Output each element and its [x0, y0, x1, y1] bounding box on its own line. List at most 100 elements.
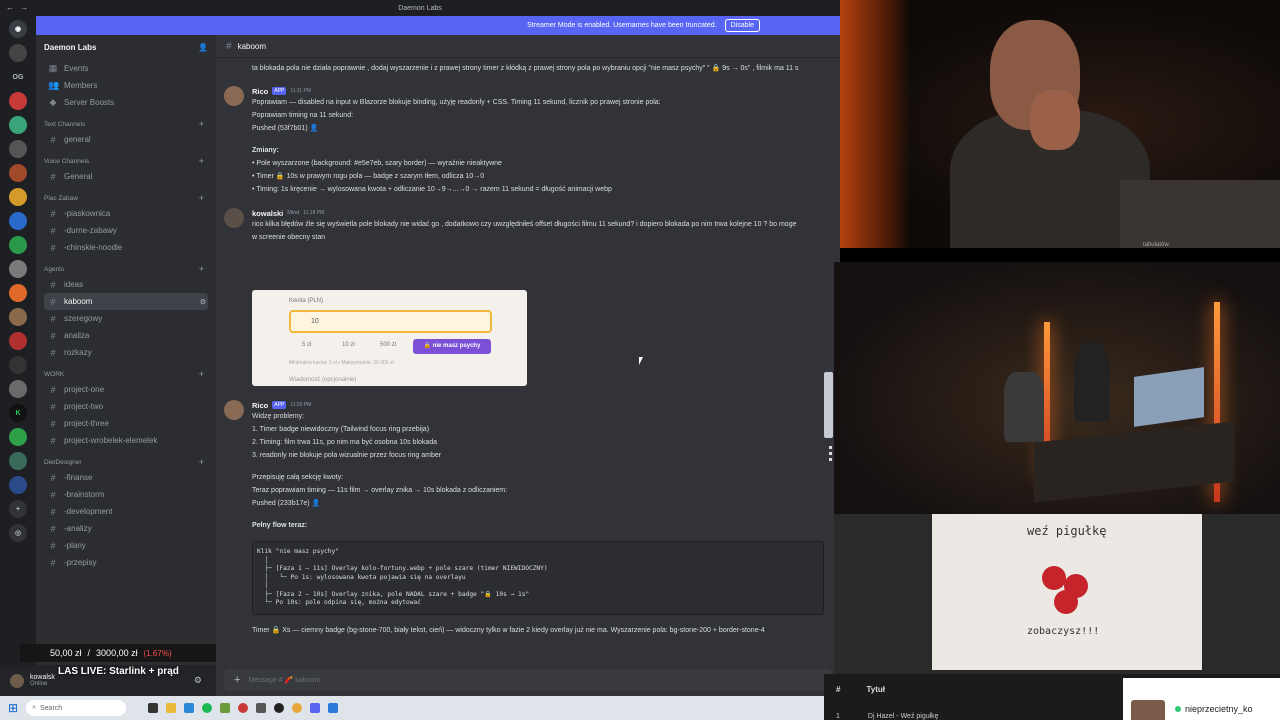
channel-plany[interactable]: # -plany — [44, 537, 208, 554]
server-icon[interactable] — [9, 476, 27, 494]
server-icon[interactable] — [9, 140, 27, 158]
gear-icon[interactable]: ⚙ — [194, 675, 202, 686]
server-icon[interactable] — [9, 284, 27, 302]
discord-icon[interactable] — [310, 703, 321, 713]
server-icon[interactable]: K — [9, 404, 27, 422]
server-icon[interactable] — [9, 212, 27, 230]
server-icon[interactable] — [9, 452, 27, 470]
online-dot-icon — [1175, 706, 1181, 712]
channel-settings-icon[interactable]: ⚙ — [200, 298, 208, 306]
windows-start-icon[interactable]: ⊞ — [8, 701, 18, 715]
add-server-icon[interactable]: + — [9, 500, 27, 518]
hash-icon: # — [50, 489, 56, 500]
server-icon[interactable] — [9, 236, 27, 254]
category-work[interactable]: WORK + — [44, 367, 208, 381]
add-channel-icon[interactable]: + — [199, 457, 204, 467]
channel-durne-zabawy[interactable]: # -durne-zabawy — [44, 222, 208, 239]
disable-streamer-mode-button[interactable]: Disable — [724, 19, 760, 32]
channel-piaskownica[interactable]: # -piaskownica — [44, 205, 208, 222]
server-icon[interactable] — [9, 188, 27, 206]
vscode-icon[interactable] — [328, 703, 339, 713]
hash-icon: # — [50, 296, 56, 307]
taskbar-app-icon[interactable] — [220, 703, 231, 713]
chrome-icon[interactable] — [292, 703, 303, 713]
spotify-icon[interactable] — [202, 703, 213, 713]
server-icon[interactable] — [9, 116, 27, 134]
taskbar-app-icon[interactable] — [148, 703, 159, 713]
message-author[interactable]: kowalski — [252, 209, 283, 218]
channel-przepisy[interactable]: # -przepisy — [44, 554, 208, 571]
add-channel-icon[interactable]: + — [199, 264, 204, 274]
server-icon[interactable] — [9, 428, 27, 446]
server-icon[interactable] — [9, 380, 27, 398]
more-dots-icon[interactable] — [829, 446, 833, 464]
server-icon[interactable] — [9, 332, 27, 350]
channel-voice-general[interactable]: # General — [44, 168, 208, 185]
channel-development[interactable]: # -development — [44, 503, 208, 520]
taskbar-app-icon[interactable] — [238, 703, 249, 713]
amount-hint: Minimalna kwota: 5 zł • Maksymalnie: 20 … — [289, 360, 394, 366]
message-input[interactable]: + Message # 🧨 kaboom — [224, 669, 832, 691]
taskbar-app-icon[interactable] — [184, 703, 195, 713]
server-og[interactable]: OG — [9, 68, 27, 86]
avatar[interactable] — [224, 86, 244, 106]
sidebar-item-events[interactable]: ▦ Events — [44, 60, 208, 77]
add-member-icon[interactable]: 👤 — [198, 43, 208, 52]
channel-brainstorm[interactable]: # -brainstorm — [44, 486, 208, 503]
add-channel-icon[interactable]: + — [199, 119, 204, 129]
server-icon[interactable] — [9, 92, 27, 110]
search-icon: ⌕ — [32, 704, 36, 711]
server-icon[interactable] — [9, 44, 27, 62]
shirt-text-bottom: zobaczysz!!! — [1027, 626, 1100, 637]
guild-header[interactable]: Daemon Labs 👤 — [44, 40, 208, 54]
channel-ideas[interactable]: # ideas — [44, 276, 208, 293]
file-explorer-icon[interactable] — [166, 703, 177, 713]
server-icon[interactable] — [9, 164, 27, 182]
sidebar-item-server-boosts[interactable]: ◆ Server Boosts — [44, 94, 208, 111]
avatar[interactable] — [224, 400, 244, 420]
window-nav[interactable]: ← → — [6, 3, 30, 12]
sidebar-item-members[interactable]: 👥 Members — [44, 77, 208, 94]
server-icon[interactable] — [9, 356, 27, 374]
cam-caption: tabulatów. — [1142, 242, 1170, 248]
explore-icon[interactable]: ◎ — [9, 524, 27, 542]
server-icon[interactable] — [9, 260, 27, 278]
attach-plus-icon[interactable]: + — [234, 674, 240, 686]
playlist-row[interactable]: 1 Dj Hazel - Weź pigułkę — [836, 713, 939, 720]
channel-project-one[interactable]: # project-one — [44, 381, 208, 398]
channel-general[interactable]: # general — [44, 131, 208, 148]
channel-project-two[interactable]: # project-two — [44, 398, 208, 415]
goal-target: 3000,00 zł — [96, 648, 138, 658]
channel-chinskie-noodle[interactable]: # -chinskie-noodle — [44, 239, 208, 256]
message-timestamp: 11:18 PM — [303, 210, 325, 216]
channel-rozkazy[interactable]: # rozkazy — [44, 344, 208, 361]
message-author[interactable]: Rico — [252, 401, 268, 410]
screenshot-attachment[interactable]: Kwota (PLN) 10 5 zł 10 zł 500 zł 🔒 nie m… — [252, 290, 527, 386]
message-text: Przepisuję całą sekcję kwoty: — [252, 474, 344, 481]
taskbar-search[interactable]: ⌕ Search — [26, 700, 127, 716]
discord-home-icon[interactable]: ◉ — [9, 20, 27, 38]
add-channel-icon[interactable]: + — [199, 193, 204, 203]
avatar[interactable] — [10, 673, 24, 688]
message-author[interactable]: Rico — [252, 87, 268, 96]
category-dietdesigner[interactable]: DietDesigner + — [44, 455, 208, 469]
channel-szeregowy[interactable]: # szeregowy — [44, 310, 208, 327]
category-text-channels[interactable]: Text Channels + — [44, 117, 208, 131]
add-channel-icon[interactable]: + — [199, 369, 204, 379]
terminal-icon[interactable] — [256, 703, 267, 713]
server-icon[interactable] — [9, 308, 27, 326]
category-voice-channels[interactable]: Voice Channels + — [44, 154, 208, 168]
category-agents[interactable]: Agents + — [44, 262, 208, 276]
channel-project-wrobelek-elemelek[interactable]: # project-wrobelek-elemelek — [44, 432, 208, 449]
channel-analizy[interactable]: # -analizy — [44, 520, 208, 537]
category-plac-zabaw[interactable]: Plac Zabaw + — [44, 191, 208, 205]
add-channel-icon[interactable]: + — [199, 156, 204, 166]
channel-project-three[interactable]: # project-three — [44, 415, 208, 432]
obs-icon[interactable] — [274, 703, 285, 713]
avatar[interactable] — [224, 208, 244, 228]
channel-kaboom[interactable]: # kaboom ⚙ — [44, 293, 208, 310]
channel-finanse[interactable]: # -finanse — [44, 469, 208, 486]
viewer-avatar — [1131, 700, 1165, 720]
channel-analiza[interactable]: # analiza — [44, 327, 208, 344]
scrollbar-thumb[interactable] — [824, 372, 833, 438]
